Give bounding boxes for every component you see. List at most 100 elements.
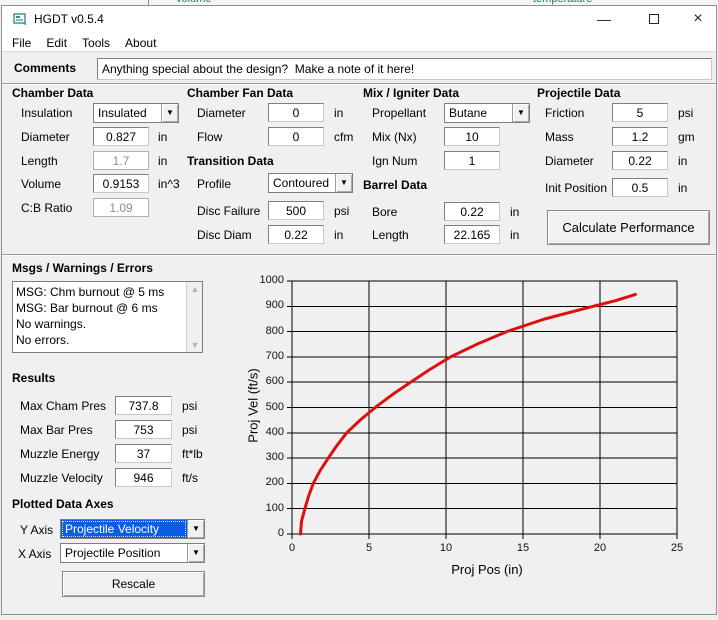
unit-barrel-length: in xyxy=(510,228,519,242)
calculate-performance-button[interactable]: Calculate Performance xyxy=(547,210,710,245)
propellant-select[interactable]: Butane ▼ xyxy=(444,103,530,123)
ign-num-input[interactable] xyxy=(444,151,500,170)
fan-flow-input[interactable] xyxy=(268,127,324,146)
bore-input[interactable] xyxy=(444,202,500,221)
insulation-select[interactable]: Insulated ▼ xyxy=(93,103,179,123)
y-tick-label: 0 xyxy=(244,527,284,539)
message-line: MSG: Chm burnout @ 5 ms xyxy=(16,284,184,300)
label-init-position: Init Position xyxy=(545,181,607,195)
label-chamber-diameter: Diameter xyxy=(21,130,70,144)
unit-chamber-diameter: in xyxy=(158,130,167,144)
y-tick-label: 200 xyxy=(244,476,284,488)
y-tick-label: 500 xyxy=(244,401,284,413)
profile-dropdown-button[interactable]: ▼ xyxy=(335,174,352,192)
message-line: No errors. xyxy=(16,332,184,348)
messages-scrollbar[interactable]: ▲ ▼ xyxy=(186,282,202,352)
app-icon xyxy=(13,12,27,25)
y-axis-dropdown-button[interactable]: ▼ xyxy=(187,520,204,538)
maximize-button[interactable] xyxy=(649,14,659,24)
propellant-value: Butane xyxy=(445,104,512,122)
propellant-dropdown-button[interactable]: ▼ xyxy=(512,104,529,122)
label-fan-flow: Flow xyxy=(197,130,222,144)
close-button[interactable]: × xyxy=(684,10,712,28)
menu-bar: File Edit Tools About xyxy=(2,34,716,52)
unit-fan-flow: cfm xyxy=(334,130,353,144)
menu-file[interactable]: File xyxy=(12,36,31,50)
label-friction: Friction xyxy=(545,106,584,120)
chevron-down-icon: ▼ xyxy=(517,109,525,117)
unit-disc-failure: psi xyxy=(334,204,349,218)
profile-value: Contoured xyxy=(269,174,335,192)
label-mass: Mass xyxy=(545,130,574,144)
divider xyxy=(2,254,716,256)
chamber-diameter-input[interactable] xyxy=(93,127,149,146)
mass-input[interactable] xyxy=(612,127,668,146)
label-cb-ratio: C:B Ratio xyxy=(21,201,72,215)
divider xyxy=(2,83,716,85)
scroll-up-icon[interactable]: ▲ xyxy=(187,282,203,296)
menu-edit[interactable]: Edit xyxy=(46,36,67,50)
x-tick-label: 5 xyxy=(354,542,384,554)
messages-listbox[interactable]: MSG: Chm burnout @ 5 ms MSG: Bar burnout… xyxy=(12,281,203,353)
label-fan-diameter: Diameter xyxy=(197,106,246,120)
max-cham-pres-output xyxy=(115,396,172,415)
disc-diam-input[interactable] xyxy=(268,225,324,244)
label-max-cham-pres: Max Cham Pres xyxy=(20,399,106,413)
label-bore: Bore xyxy=(372,205,397,219)
x-tick-label: 10 xyxy=(431,542,461,554)
y-tick-label: 1000 xyxy=(244,274,284,286)
unit-proj-diameter: in xyxy=(678,154,687,168)
scroll-down-icon[interactable]: ▼ xyxy=(187,338,203,352)
minimize-button[interactable]: — xyxy=(590,10,618,28)
y-tick-label: 900 xyxy=(244,299,284,311)
chevron-down-icon: ▼ xyxy=(340,179,348,187)
menu-about[interactable]: About xyxy=(125,36,156,50)
window-title: HGDT v0.5.4 xyxy=(34,12,104,26)
disc-failure-input[interactable] xyxy=(268,201,324,220)
chevron-down-icon: ▼ xyxy=(192,549,200,557)
chamber-length-input xyxy=(93,151,149,170)
unit-fan-diameter: in xyxy=(334,106,343,120)
y-tick-label: 300 xyxy=(244,451,284,463)
unit-disc-diam: in xyxy=(334,228,343,242)
unit-muzzle-energy: ft*lb xyxy=(182,447,203,461)
section-title-transition: Transition Data xyxy=(187,154,274,168)
label-disc-failure: Disc Failure xyxy=(197,204,260,218)
insulation-value: Insulated xyxy=(94,104,161,122)
fan-diameter-input[interactable] xyxy=(268,103,324,122)
label-chamber-length: Length xyxy=(21,154,58,168)
label-y-axis: Y Axis xyxy=(20,523,53,537)
x-tick-label: 15 xyxy=(508,542,538,554)
label-mix-nx: Mix (Nx) xyxy=(372,130,417,144)
label-proj-diameter: Diameter xyxy=(545,154,594,168)
chamber-volume-input[interactable] xyxy=(93,174,149,193)
comments-input[interactable] xyxy=(97,58,712,80)
barrel-length-input[interactable] xyxy=(444,225,500,244)
max-bar-pres-output xyxy=(115,420,172,439)
x-axis-dropdown-button[interactable]: ▼ xyxy=(187,544,204,562)
init-position-input[interactable] xyxy=(612,178,668,197)
label-insulation: Insulation xyxy=(21,106,72,120)
y-axis-value: Projectile Velocity xyxy=(61,520,187,538)
label-ign-num: Ign Num xyxy=(372,154,417,168)
section-title-chamber: Chamber Data xyxy=(12,86,93,100)
x-tick-label: 25 xyxy=(662,542,692,554)
rescale-button[interactable]: Rescale xyxy=(62,571,205,597)
x-axis-select[interactable]: Projectile Position ▼ xyxy=(60,543,205,563)
y-tick-label: 600 xyxy=(244,375,284,387)
label-muzzle-velocity: Muzzle Velocity xyxy=(20,471,103,485)
unit-chamber-length: in xyxy=(158,154,167,168)
label-propellant: Propellant xyxy=(372,106,426,120)
y-axis-select[interactable]: Projectile Velocity ▼ xyxy=(60,519,205,539)
label-disc-diam: Disc Diam xyxy=(197,228,252,242)
friction-input[interactable] xyxy=(612,103,668,122)
proj-diameter-input[interactable] xyxy=(612,151,668,170)
profile-select[interactable]: Contoured ▼ xyxy=(268,173,353,193)
message-line: No warnings. xyxy=(16,316,184,332)
menu-tools[interactable]: Tools xyxy=(82,36,110,50)
y-tick-label: 800 xyxy=(244,325,284,337)
y-tick-label: 700 xyxy=(244,350,284,362)
velocity-position-chart xyxy=(292,281,677,534)
insulation-dropdown-button[interactable]: ▼ xyxy=(161,104,178,122)
mix-nx-input[interactable] xyxy=(444,127,500,146)
